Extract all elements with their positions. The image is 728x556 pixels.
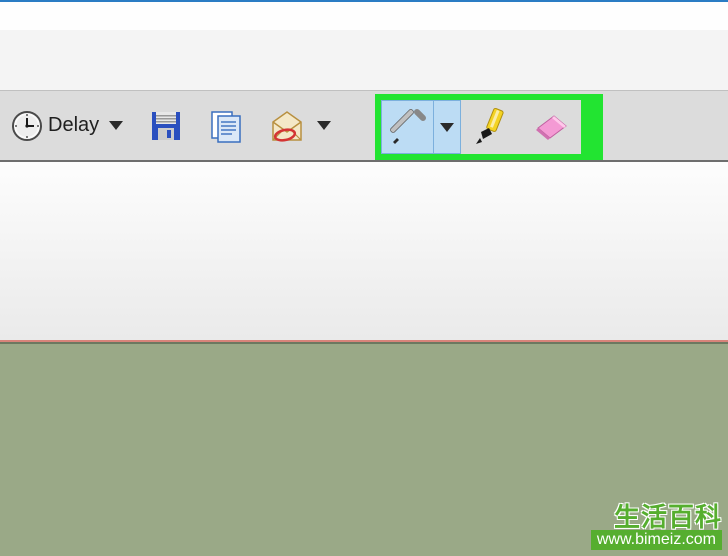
window-titlebar	[0, 0, 728, 30]
chevron-down-icon	[317, 121, 331, 130]
annotation-tools-highlight	[375, 94, 603, 160]
delay-label: Delay	[48, 114, 99, 137]
copy-button[interactable]	[203, 100, 249, 152]
eraser-tool-button[interactable]	[521, 100, 581, 154]
canvas-area	[0, 162, 728, 556]
mail-icon	[269, 108, 305, 144]
canvas-white-region	[0, 162, 728, 340]
chevron-down-icon	[109, 121, 123, 130]
highlighter-tool-button[interactable]	[461, 100, 521, 154]
mail-dropdown[interactable]	[263, 100, 337, 152]
watermark-url: www.bimeiz.com	[591, 530, 722, 550]
pen-icon	[387, 106, 429, 148]
copy-icon	[208, 108, 244, 144]
watermark-title: 生活百科	[591, 504, 722, 530]
pen-tool-dropdown[interactable]	[434, 101, 460, 153]
chevron-down-icon	[440, 123, 454, 132]
highlighter-icon	[470, 106, 512, 148]
pen-tool-split-button[interactable]	[381, 100, 461, 154]
toolbar: Delay	[0, 90, 728, 162]
delay-dropdown[interactable]: Delay	[4, 100, 129, 152]
watermark: 生活百科 www.bimeiz.com	[591, 504, 722, 550]
eraser-icon	[530, 106, 572, 148]
save-button[interactable]	[143, 100, 189, 152]
pen-tool-button[interactable]	[382, 101, 434, 153]
save-icon	[149, 109, 183, 143]
clock-icon	[10, 109, 44, 143]
ribbon-band	[0, 30, 728, 90]
